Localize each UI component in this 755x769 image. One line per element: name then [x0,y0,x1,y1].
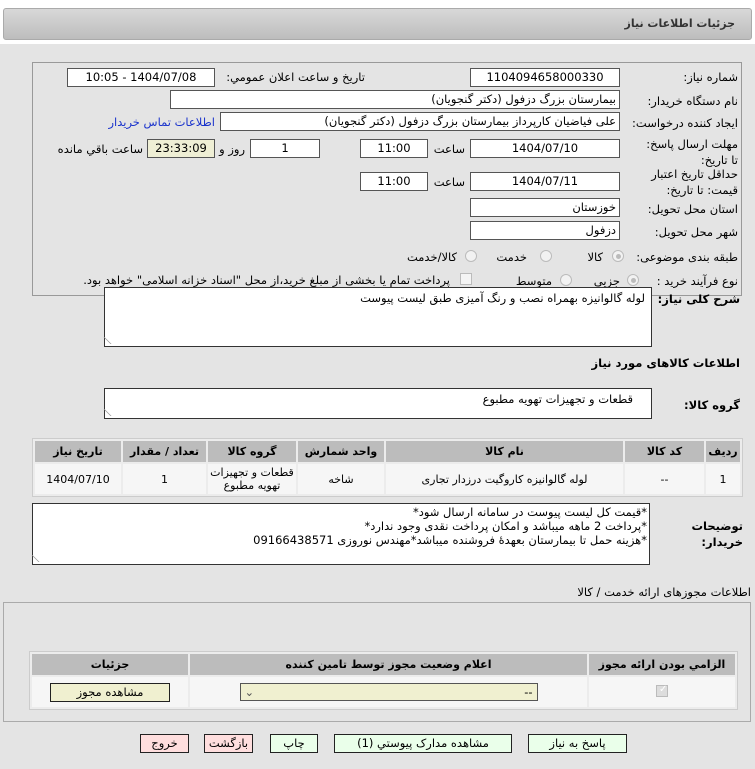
col-permit-required: الزامي بودن ارائه مجوز [589,654,735,675]
col-date: تاریخ نیاز [35,441,121,462]
permits-table-header: الزامي بودن ارائه مجوز اعلام وضعیت مجوز … [32,654,735,675]
resize-grip-icon[interactable] [103,337,118,344]
view-permit-button[interactable]: مشاهده مجوز [50,682,170,702]
deadline-time-field: 11:00 [360,139,428,158]
remaining-label: ساعت باقي مانده [57,142,143,156]
city-label: شهر محل تحویل: [654,225,738,239]
chevron-down-icon: ⌄ [244,685,255,699]
view-attachments-button[interactable]: مشاهده مدارک پیوستي (1) [334,734,512,753]
print-button[interactable]: چاپ [270,734,318,753]
countdown-field: 23:33:09 [147,139,215,158]
goods-group-text: قطعات و تجهیزات تهویه مطبوع [482,392,633,406]
permit-status-value: -- [524,685,533,699]
col-permit-status: اعلام وضعیت مجوز توسط تامین کننده [190,654,587,675]
process-radio-minor[interactable] [627,274,639,286]
need-number-label: شماره نیاز: [683,70,738,84]
treasury-checkbox[interactable] [460,273,472,285]
goods-group-textarea[interactable]: قطعات و تجهیزات تهویه مطبوع [103,388,652,419]
permit-status-select[interactable]: ⌄ -- [239,683,538,701]
col-unit: واحد شمارش [298,441,384,462]
process-option-minor: جزیی [593,274,620,288]
cell-row: 1 [706,464,740,494]
table-row: 1 -- لوله گالوانیزه کاروگیت درزدار تجاری… [35,464,740,494]
cell-group: قطعات و تجهیزات تهویه مطبوع [208,464,296,494]
buyer-contact-link[interactable]: اطلاعات تماس خریدار [108,115,215,129]
category-option-goods-service: کالا/خدمت [406,250,457,264]
col-qty: تعداد / مقدار [123,441,206,462]
deadline-label: مهلت ارسال پاسخ: تا تاریخ: [646,137,738,167]
province-label: استان محل تحویل: [647,202,738,216]
exit-button[interactable]: خروج [140,734,189,753]
process-label: نوع فرآیند خرید : [656,274,738,288]
announce-label: تاریخ و ساعت اعلان عمومي: [226,70,365,84]
cell-qty: 1 [123,464,206,494]
need-number-field: 1104094658000330 [470,68,620,87]
back-button[interactable]: بازگشت [204,734,253,753]
creator-label: ايجاد کننده درخواست: [632,116,738,130]
validity-time-field: 11:00 [360,172,428,191]
category-radio-goods[interactable] [612,250,624,262]
col-code: کد کالا [625,441,704,462]
treasury-note: پرداخت تمام یا بخشی از مبلغ خرید،از محل … [83,273,450,287]
table-row: ✓ ⌄ -- مشاهده مجوز [32,677,735,707]
deadline-date-field: 1404/07/10 [470,139,620,158]
reply-button[interactable]: پاسخ به نیاز [528,734,627,753]
creator-field: علی فیاضیان کارپرداز بیمارستان بزرگ دزفو… [220,112,620,131]
permit-required-checkbox: ✓ [656,684,668,697]
category-radio-goods-service[interactable] [465,250,477,262]
buyer-notes-label: توضیحات خریدار: [691,519,744,549]
deadline-time-label: ساعت [433,142,465,156]
validity-time-label: ساعت [433,175,465,189]
buyer-org-label: نام دستگاه خريدار: [647,94,738,108]
resize-grip-icon[interactable] [103,409,118,416]
days-remaining-field: 1 [250,139,320,158]
page-title: جزئیات اطلاعات نیاز [624,17,736,30]
category-option-service: خدمت [496,250,527,264]
category-radio-service[interactable] [540,250,552,262]
goods-section-title: اطلاعات کالاهای مورد نیاز [591,356,740,370]
validity-date-field: 1404/07/11 [470,172,620,191]
description-text: لوله گالوانیزه بهمراه نصب و رنگ آمیزی طب… [360,291,645,305]
goods-table: ردیف کد کالا نام کالا واحد شمارش گروه کا… [32,438,743,497]
province-field: خوزستان [470,198,620,217]
cell-date: 1404/07/10 [35,464,121,494]
col-group: گروه کالا [208,441,296,462]
goods-group-label: گروه کالا: [684,398,740,412]
announce-field: 1404/07/08 - 10:05 [67,68,215,87]
col-row: ردیف [706,441,740,462]
process-radio-medium[interactable] [560,274,572,286]
validity-label: حداقل تاریخ اعتبار قیمت: تا تاریخ: [651,167,738,197]
note-line: *پرداخت 2 ماهه میباشد و امکان پرداخت نقد… [364,519,647,533]
resize-grip-icon[interactable] [31,555,46,562]
description-textarea[interactable]: لوله گالوانیزه بهمراه نصب و رنگ آمیزی طب… [103,287,652,347]
col-details: جزئیات [32,654,188,675]
cell-unit: شاخه [298,464,384,494]
permits-title: اطلاعات مجوزهای ارائه خدمت / کالا [577,585,751,599]
note-line: *قیمت کل لیست پیوست در سامانه ارسال شود* [412,505,647,519]
category-label: طبقه بندی موضوعی: [636,250,738,264]
cell-name: لوله گالوانیزه کاروگیت درزدار تجاری [386,464,623,494]
note-line: *هزینه حمل تا بیمارستان بعهدهٔ فروشنده م… [253,533,647,547]
city-field: دزفول [470,221,620,240]
days-label: روز و [219,142,245,156]
description-label: شرح کلی نیاز: [657,292,740,306]
process-option-medium: متوسط [515,274,552,288]
buyer-org-field: بیمارستان بزرگ دزفول (دکتر گنجویان) [170,90,620,109]
buyer-notes-textarea[interactable]: *قیمت کل لیست پیوست در سامانه ارسال شود*… [31,503,650,565]
cell-code: -- [625,464,704,494]
category-option-goods: کالا [587,250,603,264]
goods-table-header: ردیف کد کالا نام کالا واحد شمارش گروه کا… [35,441,740,462]
page-header: جزئیات اطلاعات نیاز [3,8,752,40]
col-name: نام کالا [386,441,623,462]
permits-table: الزامي بودن ارائه مجوز اعلام وضعیت مجوز … [29,651,738,710]
